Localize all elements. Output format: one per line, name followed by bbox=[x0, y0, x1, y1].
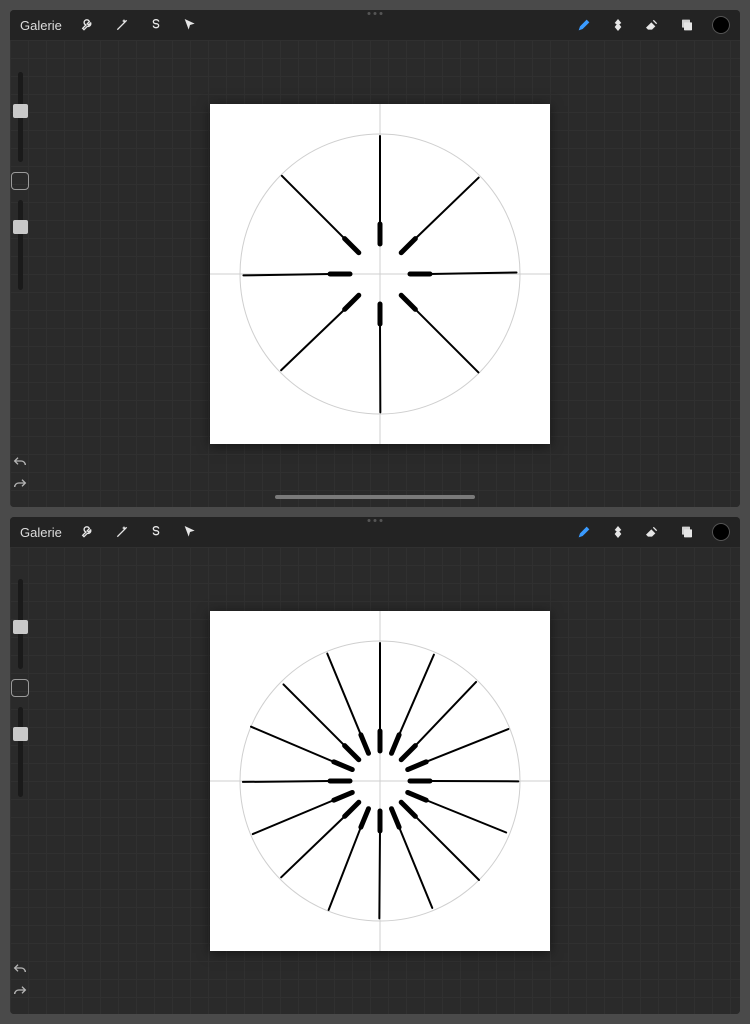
redo-button[interactable] bbox=[12, 984, 28, 996]
app-window: Galerie bbox=[10, 517, 740, 1014]
color-well[interactable] bbox=[712, 523, 730, 541]
smudge-icon[interactable] bbox=[610, 17, 626, 33]
workspace[interactable] bbox=[10, 40, 740, 507]
gallery-button[interactable]: Galerie bbox=[20, 525, 62, 540]
app-window: Galerie bbox=[10, 10, 740, 507]
slider-thumb[interactable] bbox=[13, 220, 28, 234]
brush-icon[interactable] bbox=[576, 17, 592, 33]
home-indicator[interactable] bbox=[275, 495, 475, 499]
toolbar-right-group bbox=[576, 16, 730, 34]
undo-redo-group bbox=[12, 962, 28, 996]
undo-button[interactable] bbox=[12, 455, 28, 467]
slider-thumb[interactable] bbox=[13, 727, 28, 741]
undo-button[interactable] bbox=[12, 962, 28, 974]
layers-icon[interactable] bbox=[678, 524, 694, 540]
left-sidebar bbox=[10, 68, 30, 294]
brush-icon[interactable] bbox=[576, 524, 592, 540]
s-icon[interactable] bbox=[148, 17, 164, 33]
cursor-icon[interactable] bbox=[182, 524, 198, 540]
left-sidebar bbox=[10, 575, 30, 801]
color-well[interactable] bbox=[712, 16, 730, 34]
canvas[interactable] bbox=[210, 611, 550, 951]
toolbar-left-group bbox=[80, 17, 198, 33]
slider-thumb[interactable] bbox=[13, 620, 28, 634]
wrench-icon[interactable] bbox=[80, 17, 96, 33]
multitask-dots[interactable] bbox=[368, 12, 383, 15]
modify-button[interactable] bbox=[11, 679, 29, 697]
toolbar-right-group bbox=[576, 523, 730, 541]
canvas[interactable] bbox=[210, 104, 550, 444]
brush-opacity-slider[interactable] bbox=[18, 707, 23, 797]
eraser-icon[interactable] bbox=[644, 17, 660, 33]
eraser-icon[interactable] bbox=[644, 524, 660, 540]
brush-size-slider[interactable] bbox=[18, 579, 23, 669]
multitask-dots[interactable] bbox=[368, 519, 383, 522]
wand-icon[interactable] bbox=[114, 524, 130, 540]
smudge-icon[interactable] bbox=[610, 524, 626, 540]
layers-icon[interactable] bbox=[678, 17, 694, 33]
slider-thumb[interactable] bbox=[13, 104, 28, 118]
undo-redo-group bbox=[12, 455, 28, 489]
wrench-icon[interactable] bbox=[80, 524, 96, 540]
workspace[interactable] bbox=[10, 547, 740, 1014]
modify-button[interactable] bbox=[11, 172, 29, 190]
wand-icon[interactable] bbox=[114, 17, 130, 33]
top-toolbar: Galerie bbox=[10, 517, 740, 547]
redo-button[interactable] bbox=[12, 477, 28, 489]
top-toolbar: Galerie bbox=[10, 10, 740, 40]
s-icon[interactable] bbox=[148, 524, 164, 540]
toolbar-left-group bbox=[80, 524, 198, 540]
brush-opacity-slider[interactable] bbox=[18, 200, 23, 290]
brush-size-slider[interactable] bbox=[18, 72, 23, 162]
cursor-icon[interactable] bbox=[182, 17, 198, 33]
gallery-button[interactable]: Galerie bbox=[20, 18, 62, 33]
